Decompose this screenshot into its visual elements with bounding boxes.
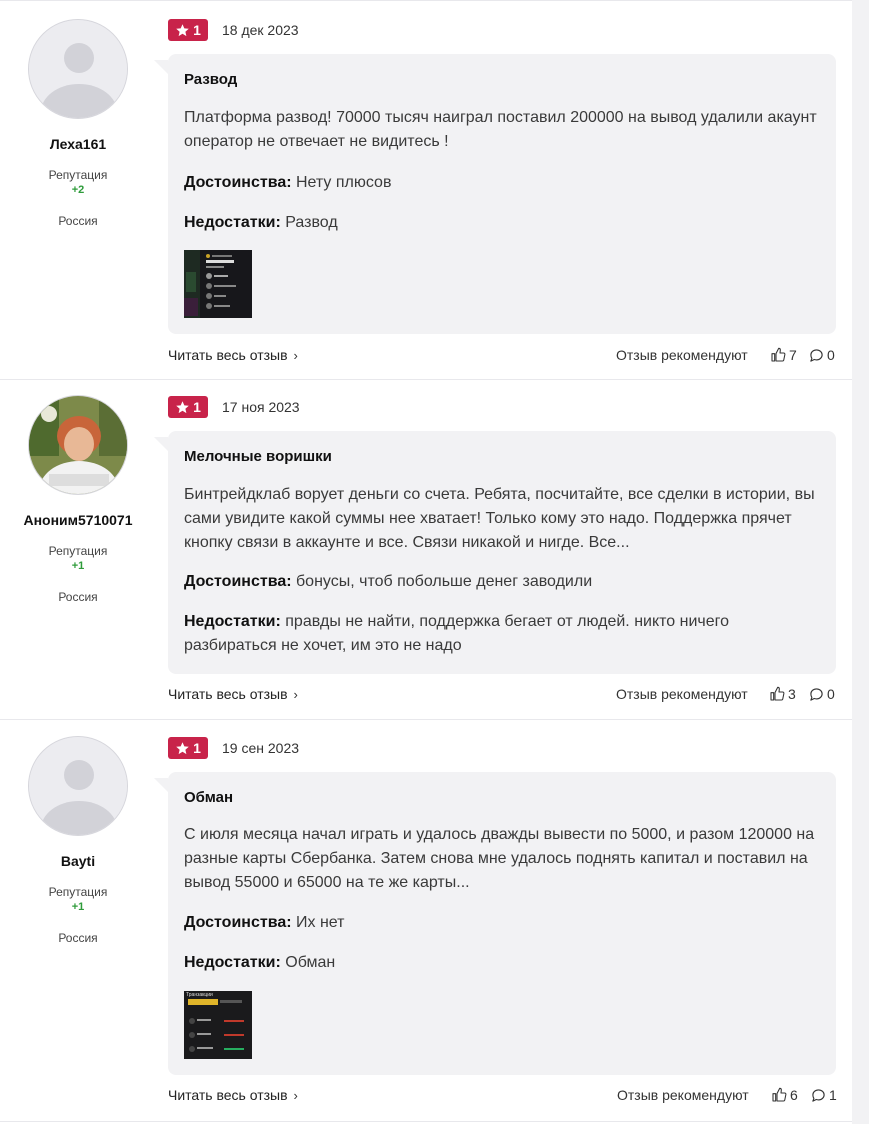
- chevron-right-icon: ›: [293, 686, 298, 702]
- country: Россия: [58, 214, 98, 228]
- pros-text: Нету плюсов: [296, 174, 392, 191]
- review-date: 18 дек 2023: [222, 22, 299, 38]
- reviews-page: Леха161 Репутация +2 Россия 1 18 дек 202…: [0, 0, 869, 1124]
- chevron-right-icon: ›: [293, 1087, 298, 1103]
- comments-button[interactable]: 1: [811, 1087, 837, 1103]
- comment-count: 0: [827, 347, 835, 363]
- read-full-review-label: Читать весь отзыв: [168, 1087, 288, 1103]
- country: Россия: [58, 590, 98, 604]
- cons-text: Обман: [285, 954, 336, 971]
- like-button[interactable]: 3: [769, 686, 796, 702]
- avatar[interactable]: [28, 395, 128, 495]
- pros-text: Их нет: [296, 914, 345, 931]
- rating-value: 1: [193, 22, 201, 38]
- review-body: Мелочные воришки Бинтрейдклаб ворует ден…: [154, 431, 836, 674]
- screenshot-thumbnail-icon: [184, 250, 252, 318]
- cons-label: Недостатки:: [184, 613, 281, 630]
- star-icon: [176, 741, 189, 754]
- review-body: Обман С июля месяца начал играть и удало…: [154, 772, 836, 1075]
- recommend-label: Отзыв рекомендуют: [616, 347, 748, 363]
- recommend-label: Отзыв рекомендуют: [616, 686, 748, 702]
- pros-label: Достоинства:: [184, 573, 292, 590]
- thumbs-up-icon: [772, 1087, 787, 1102]
- pros-label: Достоинства:: [184, 914, 292, 931]
- thumbs-up-icon: [770, 686, 785, 701]
- rating-badge: 1: [168, 19, 208, 41]
- comment-count: 0: [827, 686, 835, 702]
- pros-label: Достоинства:: [184, 174, 292, 191]
- like-button[interactable]: 6: [771, 1087, 798, 1103]
- review-title[interactable]: Мелочные воришки: [184, 448, 332, 465]
- like-button[interactable]: 7: [770, 347, 797, 363]
- read-full-review-link[interactable]: Читать весь отзыв ›: [168, 347, 298, 363]
- cons-label: Недостатки:: [184, 214, 281, 231]
- review-card: Леха161 Репутация +2 Россия 1 18 дек 202…: [0, 0, 852, 380]
- reputation-value: +1: [71, 560, 85, 572]
- reputation-label: Репутация: [48, 168, 108, 182]
- rating-badge: 1: [168, 396, 208, 418]
- reputation-value: +2: [71, 184, 85, 196]
- username[interactable]: Bayti: [0, 853, 156, 869]
- like-count: 6: [790, 1087, 798, 1103]
- comment-icon: [810, 348, 823, 362]
- username[interactable]: Аноним5710071: [0, 512, 156, 528]
- review-date: 19 сен 2023: [222, 740, 300, 756]
- read-full-review-label: Читать весь отзыв: [168, 686, 288, 702]
- review-body: Развод Платформа развод! 70000 тысяч наи…: [154, 54, 836, 334]
- star-icon: [176, 400, 189, 413]
- review-card: Bayti Репутация +1 Россия 1 19 сен 2023 …: [0, 720, 852, 1122]
- comment-count: 1: [829, 1087, 837, 1103]
- cons-text: Развод: [285, 214, 338, 231]
- like-count: 7: [789, 347, 797, 363]
- rating-value: 1: [193, 399, 201, 415]
- recommend-label: Отзыв рекомендуют: [617, 1087, 749, 1103]
- screenshot-thumbnail-icon: Транзакции: [184, 991, 252, 1059]
- default-avatar-icon: [29, 737, 127, 835]
- read-full-review-label: Читать весь отзыв: [168, 347, 288, 363]
- user-photo-avatar: [29, 396, 127, 494]
- review-title[interactable]: Обман: [184, 789, 233, 806]
- attachment-thumbnail[interactable]: Транзакции: [184, 991, 252, 1059]
- avatar[interactable]: [28, 19, 128, 119]
- review-cons: Недостатки: правды не найти, поддержка б…: [184, 610, 820, 658]
- review-text: Бинтрейдклаб ворует деньги со счета. Реб…: [184, 486, 815, 551]
- review-pros: Достоинства: бонусы, чтоб побольше денег…: [184, 570, 820, 594]
- thumbs-up-icon: [771, 347, 786, 362]
- review-date: 17 ноя 2023: [222, 399, 300, 415]
- rating-value: 1: [193, 740, 201, 756]
- comments-button[interactable]: 0: [809, 686, 835, 702]
- chevron-right-icon: ›: [293, 347, 298, 363]
- reputation-value: +1: [71, 901, 85, 913]
- thumbnail-caption: Транзакции: [186, 992, 213, 998]
- username[interactable]: Леха161: [0, 136, 156, 152]
- like-count: 3: [788, 686, 796, 702]
- read-full-review-link[interactable]: Читать весь отзыв ›: [168, 1087, 298, 1103]
- review-text: С июля месяца начал играть и удалось два…: [184, 826, 815, 891]
- review-pros: Достоинства: Нету плюсов: [184, 171, 820, 195]
- pros-text: бонусы, чтоб побольше денег заводили: [296, 573, 593, 590]
- review-cons: Недостатки: Развод: [184, 211, 820, 235]
- star-icon: [176, 23, 189, 36]
- comment-icon: [810, 687, 823, 701]
- avatar[interactable]: [28, 736, 128, 836]
- review-pros: Достоинства: Их нет: [184, 911, 820, 935]
- country: Россия: [58, 931, 98, 945]
- reputation-label: Репутация: [48, 885, 108, 899]
- rating-badge: 1: [168, 737, 208, 759]
- reputation-label: Репутация: [48, 544, 108, 558]
- review-cons: Недостатки: Обман: [184, 951, 820, 975]
- attachment-thumbnail[interactable]: [184, 250, 252, 318]
- review-text: Платформа развод! 70000 тысяч наиграл по…: [184, 109, 817, 150]
- read-full-review-link[interactable]: Читать весь отзыв ›: [168, 686, 298, 702]
- review-card: Аноним5710071 Репутация +1 Россия 1 17 н…: [0, 380, 852, 720]
- cons-label: Недостатки:: [184, 954, 281, 971]
- review-title[interactable]: Развод: [184, 71, 237, 88]
- comment-icon: [812, 1088, 825, 1102]
- default-avatar-icon: [29, 20, 127, 118]
- comments-button[interactable]: 0: [809, 347, 835, 363]
- page-gutter: [852, 0, 869, 1124]
